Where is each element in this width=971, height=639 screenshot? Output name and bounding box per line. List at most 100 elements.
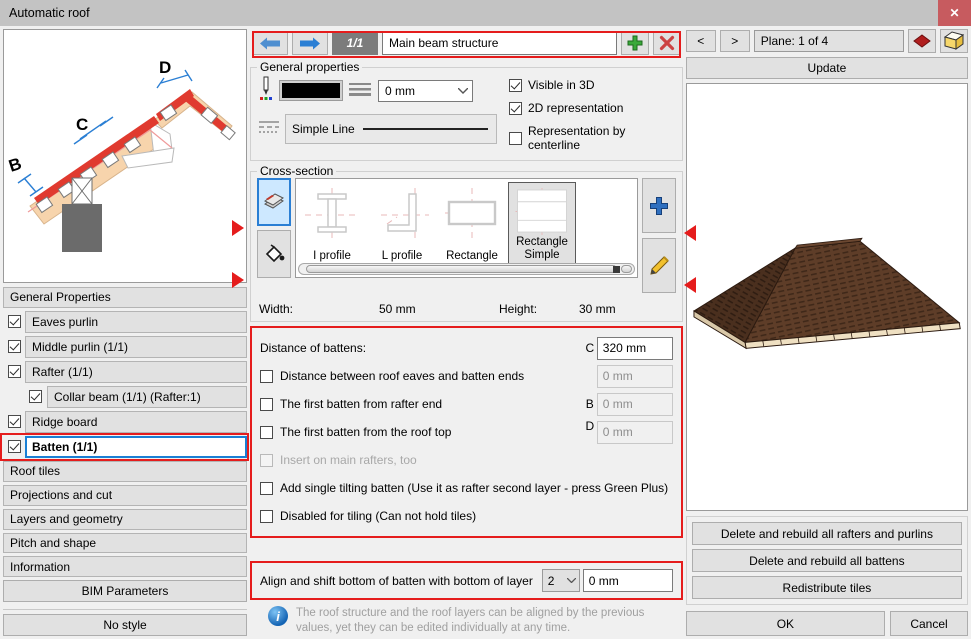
first-batten-rafter-end-input[interactable]: 0 mm (597, 393, 673, 416)
bim-parameters-button[interactable]: BIM Parameters (3, 580, 247, 602)
layer-select[interactable]: 2 (542, 569, 580, 592)
material-icon[interactable] (257, 178, 291, 226)
sidebar-item-general-properties[interactable]: General Properties (3, 287, 247, 308)
profile-rectangle-simple[interactable]: Rectangle Simple (508, 182, 576, 265)
pencil-edit-icon[interactable] (642, 238, 676, 293)
update-button[interactable]: Update (686, 57, 968, 79)
sidebar-item-information[interactable]: Information (3, 556, 247, 577)
pointer-triangle-right-1 (684, 225, 696, 241)
eaves-batten-ends-checkbox[interactable] (260, 370, 273, 383)
tree-checkbox[interactable] (8, 415, 21, 428)
tree-checkbox[interactable] (8, 365, 21, 378)
cancel-button[interactable]: Cancel (890, 611, 968, 636)
add-single-tilting-batten-row[interactable]: Add single tilting batten (Use it as raf… (260, 475, 673, 501)
scrollbar-thumb[interactable] (306, 265, 617, 273)
shift-input[interactable]: 0 mm (583, 569, 673, 592)
disabled-for-tiling-row[interactable]: Disabled for tiling (Can not hold tiles) (260, 503, 673, 529)
tree-row-collar-beam[interactable]: Collar beam (1/1) (Rafter:1) (3, 386, 247, 408)
tree-row-ridge-board[interactable]: Ridge board (3, 411, 247, 433)
title-bar: Automatic roof ✕ (0, 0, 971, 26)
delete-rebuild-rafters-purlins-button[interactable]: Delete and rebuild all rafters and purli… (692, 522, 962, 545)
eaves-batten-ends-row[interactable]: Distance between roof eaves and batten e… (260, 363, 673, 389)
tree-checkbox[interactable] (8, 340, 21, 353)
plane-navigation: < > Plane: 1 of 4 (686, 29, 968, 53)
representation-by-centerline-checkbox[interactable] (509, 132, 522, 145)
tree-row-middle-purlin[interactable]: Middle purlin (1/1) (3, 336, 247, 358)
structure-name-input[interactable]: Main beam structure (382, 31, 617, 55)
line-style-combo[interactable]: Simple Line (285, 114, 497, 144)
paint-bucket-icon[interactable] (257, 230, 291, 278)
2d-representation-row[interactable]: 2D representation (509, 101, 674, 115)
cube-icon[interactable] (940, 29, 968, 53)
height-value: 30 mm (579, 302, 616, 316)
tree-item-label[interactable]: Batten (1/1) (25, 436, 247, 458)
disabled-for-tiling-checkbox[interactable] (260, 510, 273, 523)
arrow-right-icon[interactable] (292, 31, 328, 55)
tree-item-label[interactable]: Middle purlin (1/1) (25, 336, 247, 358)
tree-checkbox[interactable] (8, 315, 21, 328)
visible-in-3d-row[interactable]: Visible in 3D (509, 78, 674, 92)
eaves-batten-ends-input[interactable]: 0 mm (597, 365, 673, 388)
first-batten-roof-top-checkbox[interactable] (260, 426, 273, 439)
blue-plus-icon[interactable] (642, 178, 676, 233)
pen-color-icon[interactable] (259, 76, 273, 105)
sidebar-item-label: Pitch and shape (10, 536, 96, 550)
red-diamond-icon[interactable] (908, 29, 936, 53)
line-weight-icon[interactable] (349, 81, 371, 100)
visible-in-3d-checkbox[interactable] (509, 79, 522, 92)
first-batten-roof-top-input[interactable]: 0 mm (597, 421, 673, 444)
line-preview (363, 128, 488, 130)
first-batten-roof-top-label: The first batten from the roof top (280, 425, 451, 439)
green-plus-icon[interactable] (621, 31, 649, 55)
plane-next-button[interactable]: > (720, 30, 750, 52)
first-batten-rafter-end-row[interactable]: The first batten from rafter end B 0 mm (260, 391, 673, 417)
plane-prev-button[interactable]: < (686, 30, 716, 52)
first-batten-rafter-end-label: The first batten from rafter end (280, 397, 442, 411)
profile-list-scrollbar[interactable] (298, 263, 635, 275)
arrow-left-icon[interactable] (252, 31, 288, 55)
distance-of-battens-row: Distance of battens: C 320 mm (260, 335, 673, 361)
add-single-tilting-batten-checkbox[interactable] (260, 482, 273, 495)
redistribute-tiles-button[interactable]: Redistribute tiles (692, 576, 962, 599)
roof-3d-preview[interactable] (686, 83, 968, 511)
dialog-body: B C D General Properties Eaves purlin Mi… (0, 26, 971, 639)
disabled-for-tiling-label: Disabled for tiling (Can not hold tiles) (280, 509, 476, 523)
first-batten-rafter-end-checkbox[interactable] (260, 398, 273, 411)
tree-row-eaves-purlin[interactable]: Eaves purlin (3, 311, 247, 333)
tree-checkbox[interactable] (8, 440, 21, 453)
delete-rebuild-battens-button[interactable]: Delete and rebuild all battens (692, 549, 962, 572)
distance-of-battens-input[interactable]: 320 mm (597, 337, 673, 360)
sidebar-item-projections-and-cut[interactable]: Projections and cut (3, 485, 247, 506)
thickness-combo[interactable]: 0 mm (378, 80, 473, 102)
tree-item-label[interactable]: Ridge board (25, 411, 247, 433)
thickness-value: 0 mm (385, 84, 415, 98)
height-label: Height: (499, 302, 579, 316)
pointer-triangle-right-2 (684, 277, 696, 293)
representation-by-centerline-row[interactable]: Representation by centerline (509, 124, 674, 152)
close-icon[interactable]: ✕ (938, 0, 971, 26)
tree-item-label[interactable]: Rafter (1/1) (25, 361, 247, 383)
ok-button[interactable]: OK (686, 611, 885, 636)
tree-row-rafter[interactable]: Rafter (1/1) (3, 361, 247, 383)
dim-label-b: B (6, 154, 24, 176)
no-style-button[interactable]: No style (3, 614, 247, 636)
red-x-icon[interactable] (653, 31, 681, 55)
profile-l-profile[interactable]: L profile (368, 182, 436, 265)
tree-item-label[interactable]: Eaves purlin (25, 311, 247, 333)
color-swatch[interactable] (280, 81, 342, 100)
sidebar-item-pitch-and-shape[interactable]: Pitch and shape (3, 533, 247, 554)
2d-representation-checkbox[interactable] (509, 102, 522, 115)
cross-section-profile-list[interactable]: I profile (295, 178, 638, 278)
first-batten-roof-top-row[interactable]: The first batten from the roof top D 0 m… (260, 419, 673, 445)
profile-rectangle[interactable]: Rectangle (438, 182, 506, 265)
sidebar-item-roof-tiles[interactable]: Roof tiles (3, 461, 247, 482)
scrollbar-knob[interactable] (621, 265, 632, 273)
tree-row-batten[interactable]: Batten (1/1) (3, 436, 247, 458)
tree-checkbox[interactable] (29, 390, 42, 403)
line-style-value: Simple Line (292, 122, 355, 136)
sidebar-item-label: Roof tiles (10, 464, 60, 478)
tree-item-label[interactable]: Collar beam (1/1) (Rafter:1) (47, 386, 247, 408)
sidebar-item-layers-and-geometry[interactable]: Layers and geometry (3, 509, 247, 530)
sidebar-item-label: General Properties (10, 290, 111, 304)
profile-i-profile[interactable]: I profile (298, 182, 366, 265)
